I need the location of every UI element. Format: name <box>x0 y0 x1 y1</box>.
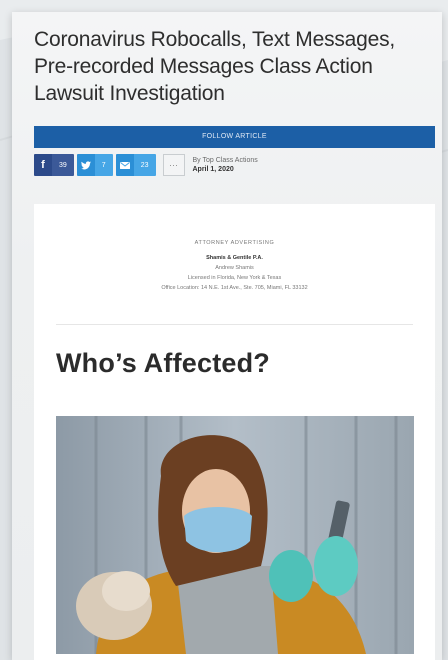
email-icon <box>115 154 134 176</box>
section-heading: Who’s Affected? <box>56 348 270 378</box>
follow-article-button[interactable]: FOLLOW ARTICLE <box>34 126 435 148</box>
article-photo <box>56 416 414 654</box>
twitter-share-button[interactable]: 7 <box>76 154 113 176</box>
share-row: f 39 7 23 ··· By Top Class Actions April… <box>34 154 258 176</box>
twitter-share-count: 7 <box>94 154 113 176</box>
byline-date: April 1, 2020 <box>192 166 234 173</box>
article-content: ATTORNEY ADVERTISING Shamis & Gentile P.… <box>34 204 435 660</box>
email-share-button[interactable]: 23 <box>115 154 156 176</box>
facebook-share-button[interactable]: f 39 <box>34 154 74 176</box>
license-info: Licensed in Florida, New York & Texas <box>187 275 282 281</box>
facebook-share-count: 39 <box>52 154 74 176</box>
ellipsis-icon[interactable]: ··· <box>162 154 185 176</box>
divider <box>56 324 413 325</box>
byline: By Top Class Actions April 1, 2020 <box>193 156 258 174</box>
advertising-header: ATTORNEY ADVERTISING <box>194 240 275 246</box>
article-card: Coronavirus Robocalls, Text Messages, Pr… <box>12 12 442 660</box>
article-title: Coronavirus Robocalls, Text Messages, Pr… <box>34 28 396 105</box>
facebook-icon: f <box>34 154 52 176</box>
attorney-name: Andrew Shamis <box>215 265 254 271</box>
attorney-advertising-block: ATTORNEY ADVERTISING Shamis & Gentile P.… <box>34 238 435 293</box>
twitter-icon <box>76 154 95 176</box>
firm-name: Shamis & Gentile P.A. <box>206 255 263 261</box>
byline-author: By Top Class Actions <box>192 157 258 164</box>
office-location: Office Location: 14 N.E. 1st Ave., Ste. … <box>161 285 308 291</box>
email-share-count: 23 <box>133 154 156 176</box>
